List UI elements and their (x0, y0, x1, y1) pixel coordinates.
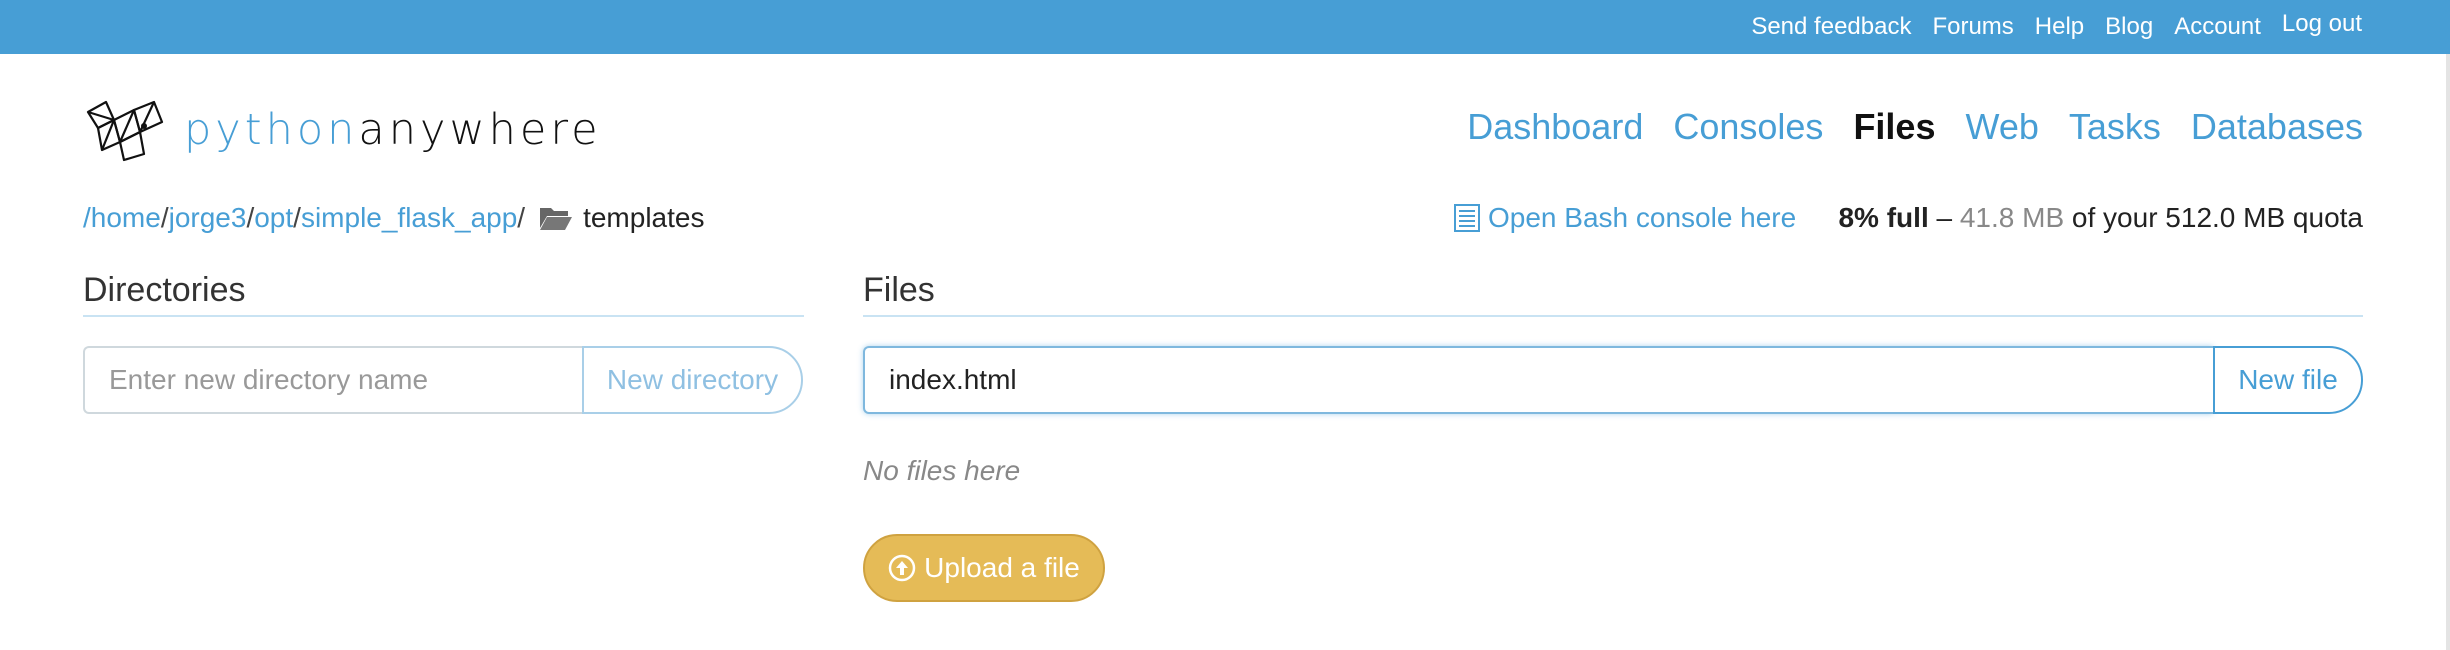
quota-used: 41.8 MB (1959, 202, 2065, 233)
nav-dashboard[interactable]: Dashboard (1467, 106, 1643, 148)
new-directory-form: New directory (83, 346, 803, 414)
forums-link[interactable]: Forums (1932, 13, 2013, 41)
open-bash-console-link[interactable]: Open Bash console here (1454, 198, 1796, 238)
logo-text: pythonanywhere (184, 105, 602, 155)
logo[interactable]: pythonanywhere (84, 98, 602, 162)
upload-file-label: Upload a file (924, 552, 1080, 583)
files-heading: Files (863, 271, 935, 309)
breadcrumb-separator: / (246, 202, 255, 233)
new-directory-input[interactable] (83, 346, 582, 414)
quota-dash: – (1928, 202, 1960, 233)
quota-rest: of your 512.0 MB quota (2064, 202, 2363, 233)
quota-percent: 8% full (1838, 202, 1929, 233)
help-link[interactable]: Help (2035, 13, 2084, 41)
send-feedback-link[interactable]: Send feedback (1751, 13, 1911, 41)
directories-divider (83, 315, 804, 317)
console-list-icon (1454, 204, 1480, 232)
top-links: Send feedback Forums Help Blog Account L… (1751, 0, 2362, 54)
scrollbar-edge (2446, 54, 2450, 650)
logo-text-python: python (184, 105, 359, 155)
main-nav: Dashboard Consoles Files Web Tasks Datab… (1467, 100, 2363, 154)
new-file-input[interactable] (863, 346, 2213, 414)
upload-file-button[interactable]: Upload a file (863, 534, 1105, 602)
nav-files[interactable]: Files (1853, 106, 1935, 148)
breadcrumb-opt[interactable]: opt (254, 202, 293, 234)
new-file-button[interactable]: New file (2213, 346, 2363, 414)
blog-link[interactable]: Blog (2105, 13, 2153, 41)
nav-consoles[interactable]: Consoles (1673, 106, 1823, 148)
account-link[interactable]: Account (2174, 13, 2261, 41)
new-directory-button[interactable]: New directory (582, 346, 803, 414)
nav-tasks[interactable]: Tasks (2069, 106, 2161, 148)
disk-quota: 8% full – 41.8 MB of your 512.0 MB quota (1838, 198, 2363, 238)
nav-databases[interactable]: Databases (2191, 106, 2363, 148)
breadcrumb-simple-flask-app[interactable]: simple_flask_app (301, 202, 517, 234)
breadcrumb-separator: / (517, 202, 526, 233)
breadcrumb-current: templates (583, 202, 705, 233)
logout-link[interactable]: Log out (2282, 10, 2362, 38)
top-bar: Send feedback Forums Help Blog Account L… (0, 0, 2450, 54)
breadcrumb-root[interactable]: / (83, 202, 91, 234)
breadcrumb-home[interactable]: home (91, 202, 161, 234)
files-divider (863, 315, 2363, 317)
folder-open-icon (540, 208, 573, 230)
directories-heading: Directories (83, 271, 246, 309)
breadcrumb-separator: / (293, 202, 301, 233)
nav-web[interactable]: Web (1965, 106, 2038, 148)
logo-mark-icon (86, 100, 164, 162)
breadcrumb-jorge3[interactable]: jorge3 (169, 202, 247, 234)
empty-files-message: No files here (863, 455, 1021, 486)
upload-circle-icon (888, 554, 916, 582)
new-file-form: New file (863, 346, 2363, 414)
logo-text-anywhere: anywhere (358, 105, 602, 155)
breadcrumb-separator: / (160, 202, 169, 233)
open-bash-console-label: Open Bash console here (1488, 202, 1797, 233)
breadcrumb: / home / jorge3 / opt / simple_flask_app… (83, 198, 704, 238)
